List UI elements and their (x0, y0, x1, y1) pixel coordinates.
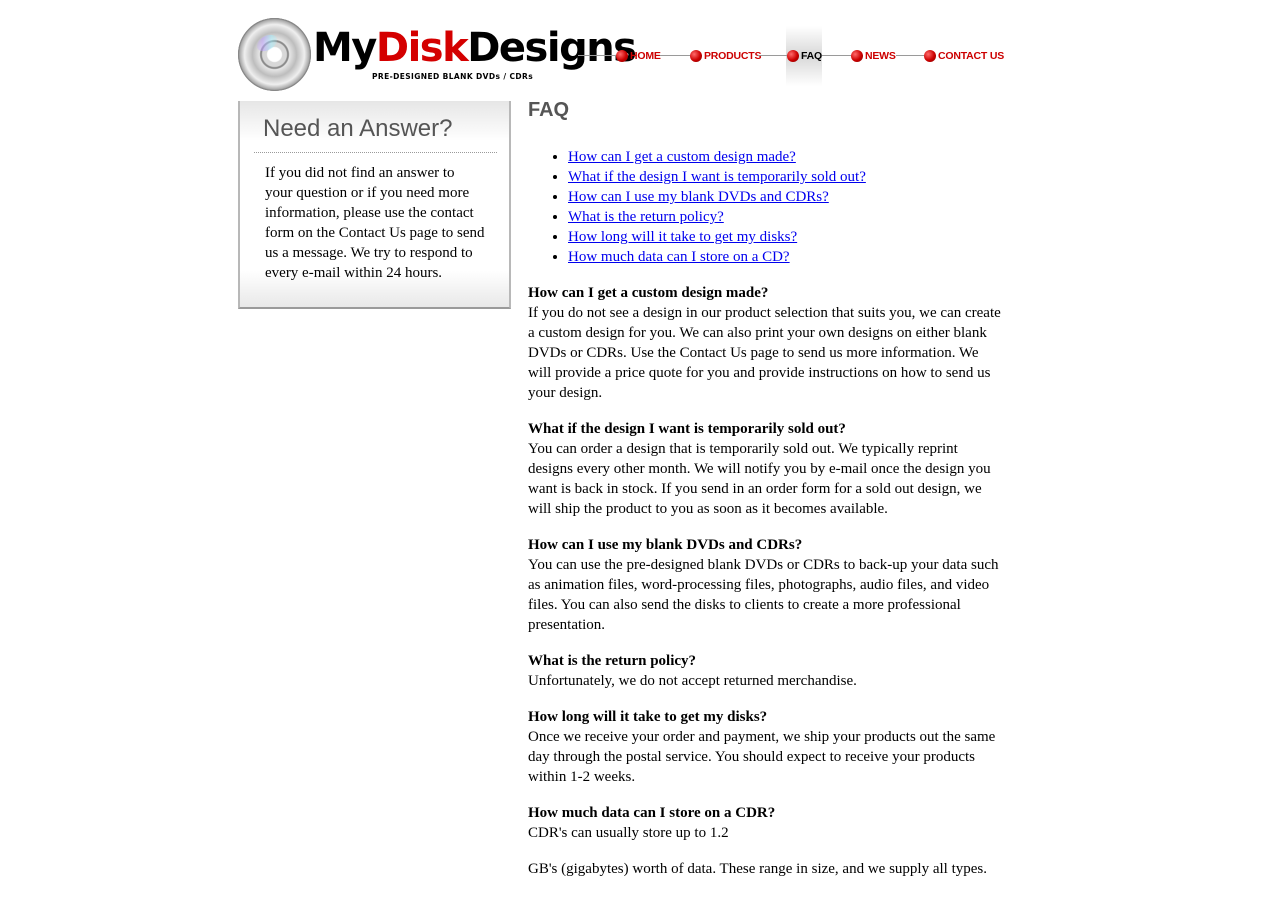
toc-link-data-capacity[interactable]: How much data can I store on a CD? (568, 249, 790, 265)
nav-bullet-icon (616, 50, 628, 62)
nav-divider (822, 55, 851, 56)
toc-link-custom-design[interactable]: How can I get a custom design made? (568, 149, 796, 165)
nav-faq[interactable]: FAQ (787, 48, 822, 64)
faq-answer: You can use the pre-designed blank DVDs … (528, 557, 999, 633)
faq-answer: CDR's can usually store up to 1.2 (528, 825, 729, 841)
faq-answer: You can order a design that is temporari… (528, 441, 991, 517)
toc-item: How much data can I store on a CD? (568, 247, 1003, 267)
nav-divider (896, 55, 924, 56)
main-content: FAQ How can I get a custom design made? … (528, 97, 1003, 879)
faq-entry: How can I use my blank DVDs and CDRs? Yo… (528, 535, 1003, 635)
page-title: FAQ (528, 99, 570, 121)
nav-contact-us[interactable]: CONTACT US (924, 48, 1004, 64)
faq-question: What if the design I want is temporarily… (528, 421, 846, 437)
main-nav: HOME PRODUCTS FAQ NEWS CONTACT US (578, 26, 1004, 86)
faq-answer: Unfortunately, we do not accept returned… (528, 673, 857, 689)
faq-question: How can I use my blank DVDs and CDRs? (528, 537, 803, 553)
nav-products[interactable]: PRODUCTS (690, 48, 762, 64)
toc-item: How long will it take to get my disks? (568, 227, 1003, 247)
faq-question: How long will it take to get my disks? (528, 709, 768, 725)
toc-link-use-disks[interactable]: How can I use my blank DVDs and CDRs? (568, 189, 829, 205)
nav-home[interactable]: HOME (616, 48, 661, 64)
toc-link-delivery-time[interactable]: How long will it take to get my disks? (568, 229, 797, 245)
faq-answer: If you do not see a design in our produc… (528, 305, 1001, 401)
nav-news[interactable]: NEWS (851, 48, 896, 64)
nav-bullet-icon (924, 50, 936, 62)
faq-question: How much data can I store on a CDR? (528, 805, 776, 821)
sidebar-text: If you did not find an answer to your qu… (265, 165, 485, 281)
toc-item: What is the return policy? (568, 207, 1003, 227)
faq-answer-continued: GB's (gigabytes) worth of data. These ra… (528, 861, 987, 877)
faq-entry: How long will it take to get my disks? O… (528, 707, 1003, 787)
faq-answer: Once we receive your order and payment, … (528, 729, 996, 785)
nav-bullet-icon (690, 50, 702, 62)
nav-divider (660, 55, 690, 56)
sidebar-divider (254, 152, 497, 153)
nav-bullet-icon (851, 50, 863, 62)
faq-toc: How can I get a custom design made? What… (528, 147, 1003, 267)
site-tagline: PRE-DESIGNED BLANK DVDs / CDRs (372, 72, 534, 81)
faq-question: How can I get a custom design made? (528, 285, 769, 301)
sidebar-title: Need an Answer? (263, 115, 453, 142)
faq-entry: What is the return policy? Unfortunately… (528, 651, 1003, 691)
faq-entry: How can I get a custom design made? If y… (528, 283, 1003, 403)
faq-entry: What if the design I want is temporarily… (528, 419, 1003, 519)
cd-disc-icon (238, 18, 311, 91)
faq-entry: How much data can I store on a CDR? CDR'… (528, 803, 1003, 879)
toc-link-sold-out[interactable]: What if the design I want is temporarily… (568, 169, 866, 185)
toc-item: What if the design I want is temporarily… (568, 167, 1003, 187)
nav-divider (578, 55, 616, 56)
toc-link-return-policy[interactable]: What is the return policy? (568, 209, 724, 225)
sidebar-answer-box: Need an Answer? If you did not find an a… (238, 101, 511, 309)
toc-item: How can I use my blank DVDs and CDRs? (568, 187, 1003, 207)
toc-item: How can I get a custom design made? (568, 147, 1003, 167)
nav-divider (758, 55, 787, 56)
faq-question: What is the return policy? (528, 653, 697, 669)
nav-bullet-icon (787, 50, 799, 62)
